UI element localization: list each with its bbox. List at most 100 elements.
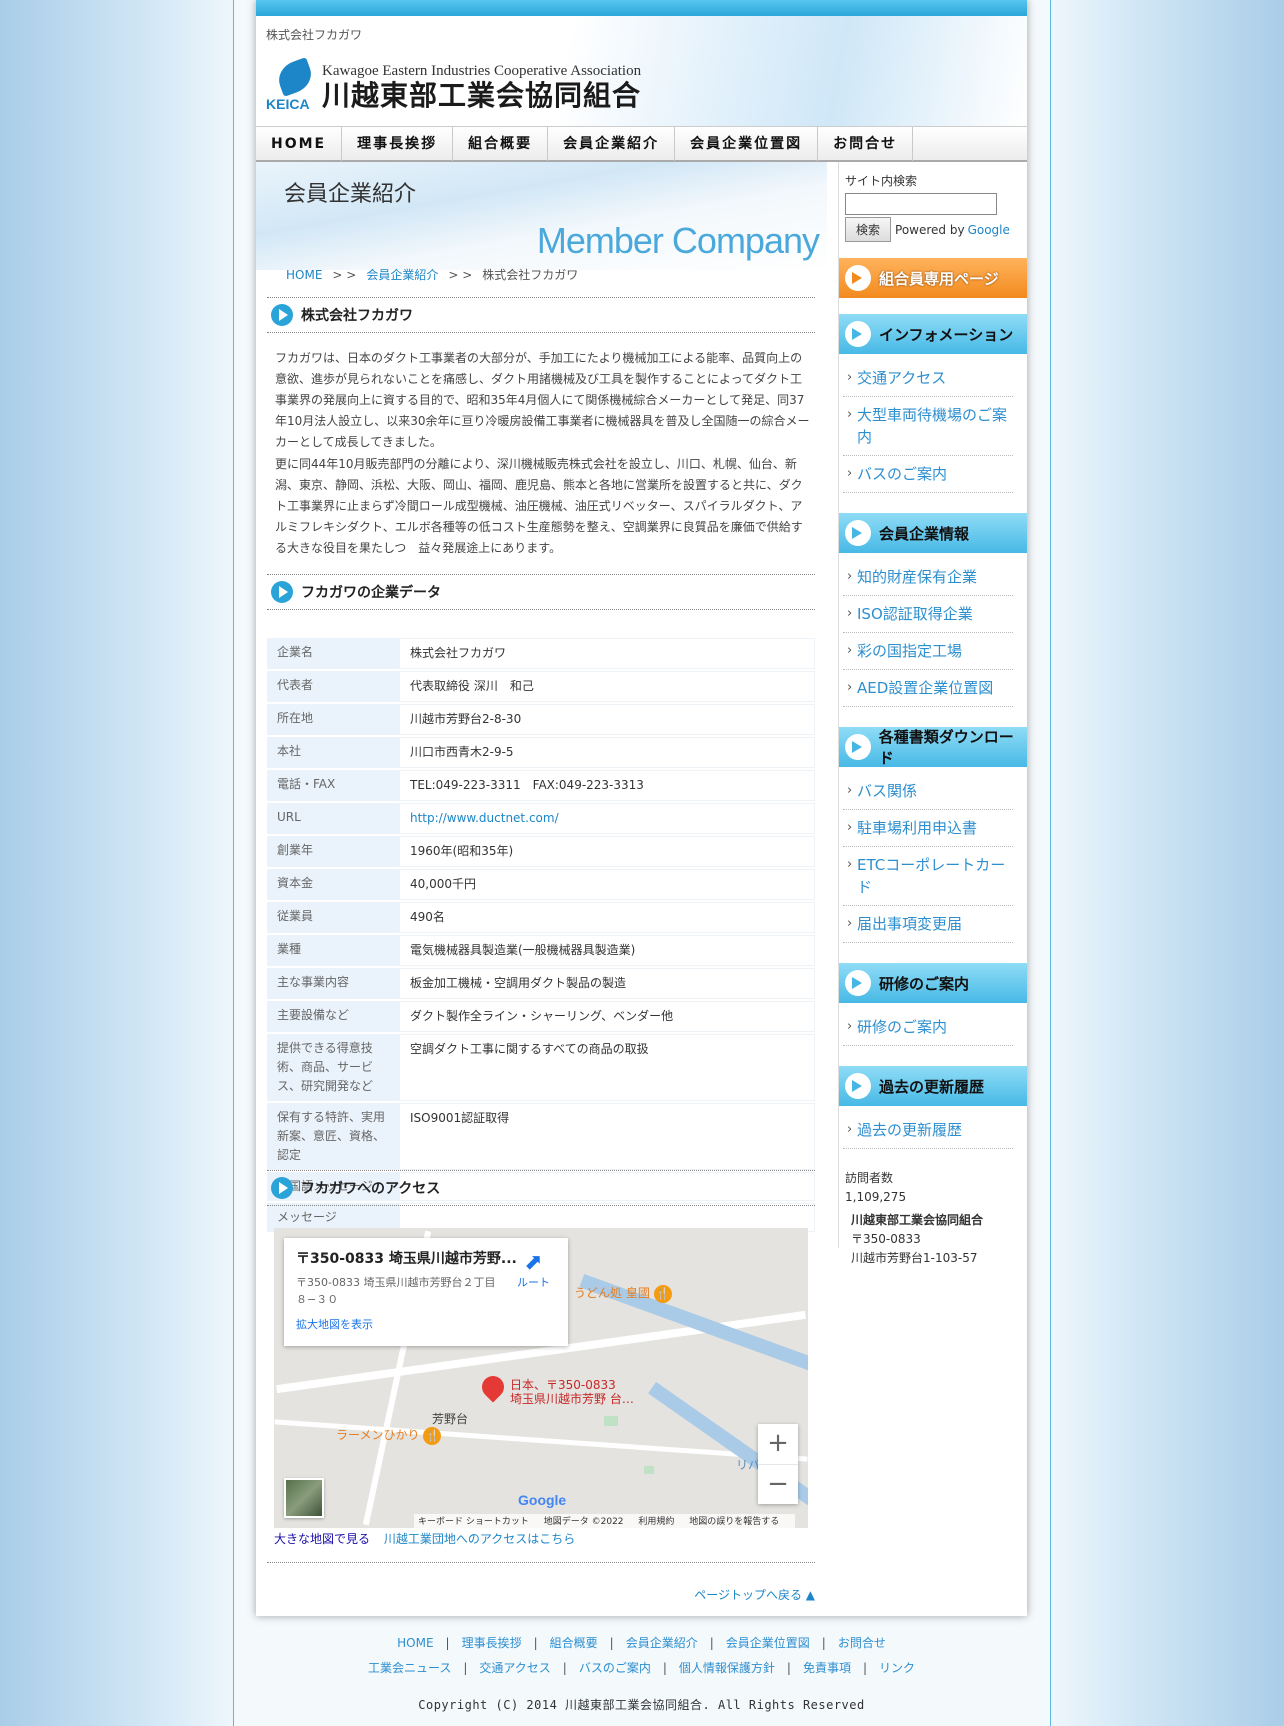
banner-title: 会員企業紹介 <box>284 182 417 207</box>
field-label: 所在地 <box>267 704 399 735</box>
field-label: URL <box>267 803 399 834</box>
org-zip: 〒350-0833 <box>851 1232 921 1246</box>
company-url-link[interactable]: http://www.ductnet.com/ <box>410 811 559 825</box>
footer-separator: | <box>862 1661 868 1675</box>
sidebar-item-bus-docs[interactable]: バス関係 <box>843 773 1013 810</box>
footer-separator: | <box>662 1661 667 1675</box>
nav-member-map[interactable]: 会員企業位置図 <box>675 127 819 161</box>
footer-link[interactable]: お問合せ <box>838 1636 886 1650</box>
intro-paragraph-1: フカガワは、日本のダクト工事業者の大部分が、手加工にたより機械加工による能率、品… <box>275 351 810 449</box>
sidebar-item-aed[interactable]: AED設置企業位置図 <box>843 670 1013 707</box>
table-row: 資本金 40,000千円 <box>267 869 815 900</box>
footer-separator: | <box>445 1636 450 1650</box>
sidebar-item-ip[interactable]: 知的財産保有企業 <box>843 559 1013 596</box>
section-heading-data: フカガワの企業データ <box>267 574 815 610</box>
sidebar-item-access[interactable]: 交通アクセス <box>843 360 1013 397</box>
footer-link[interactable]: 工業会ニュース <box>368 1661 451 1675</box>
sidebar-heading-text: 過去の更新履歴 <box>879 1077 985 1096</box>
sidebar-item-truck-waiting[interactable]: 大型車両待機場のご案内 <box>843 397 1013 456</box>
google-link[interactable]: Google <box>968 223 1010 237</box>
main-nav: HOME 理事長挨拶 組合概要 会員企業紹介 会員企業位置図 お問合せ <box>256 126 1027 162</box>
map-enlarge-link[interactable]: 拡大地図を表示 <box>296 1316 556 1332</box>
field-label: 主要設備など <box>267 1001 399 1032</box>
footer-separator: | <box>821 1636 826 1650</box>
arrow-icon <box>845 265 871 291</box>
footer-link[interactable]: HOME <box>397 1636 433 1650</box>
sidebar-item-parking[interactable]: 駐車場利用申込書 <box>843 810 1013 847</box>
sidebar-item-sainokuni[interactable]: 彩の国指定工場 <box>843 633 1013 670</box>
arrow-icon <box>845 321 871 347</box>
map-report-error[interactable]: 地図の誤りを報告する <box>689 1517 779 1527</box>
satellite-toggle[interactable] <box>284 1478 324 1518</box>
field-value: 板金加工機械・空調用ダクト製品の製造 <box>399 968 815 999</box>
table-row: 本社 川口市西青木2-9-5 <box>267 737 815 768</box>
sidebar-item-bus[interactable]: バスのご案内 <box>843 456 1013 493</box>
sidebar-heading-info: インフォメーション <box>839 314 1027 354</box>
field-value: 代表取締役 深川 和己 <box>399 671 815 702</box>
map-pin-icon[interactable] <box>477 1371 509 1406</box>
map-route-button[interactable]: ⬈ ルート <box>517 1252 550 1290</box>
site-search-input[interactable] <box>845 193 997 215</box>
play-icon <box>271 304 293 326</box>
header-company-name: 株式会社フカガワ <box>266 28 363 42</box>
breadcrumb-home-link[interactable]: HOME <box>286 268 322 282</box>
footer-link[interactable]: 交通アクセス <box>479 1661 550 1675</box>
restaurant-icon: 🍴 <box>423 1426 442 1445</box>
sidebar-training-list: 研修のご案内 <box>843 1009 1013 1046</box>
nav-overview[interactable]: 組合概要 <box>453 127 549 161</box>
zoom-in-button[interactable]: + <box>758 1424 798 1464</box>
map-poi-ramen[interactable]: ラーメンひかり 🍴 <box>336 1426 442 1445</box>
map-poi-udon[interactable]: うどん処 皇國 🍴 <box>574 1284 672 1303</box>
footer-link[interactable]: リンク <box>879 1661 915 1675</box>
field-value: http://www.ductnet.com/ <box>399 803 815 834</box>
sidebar-item-iso[interactable]: ISO認証取得企業 <box>843 596 1013 633</box>
sidebar-item-etc[interactable]: ETCコーポレートカード <box>843 847 1013 906</box>
breadcrumb: HOME > > 会員企業紹介 > > 株式会社フカガワ <box>286 266 578 283</box>
top-bar <box>256 0 1027 16</box>
field-label: 保有する特許、実用新案、意匠、資格、認定 <box>267 1103 399 1170</box>
embedded-map[interactable]: 〒350-0833 埼玉県川越市芳野... 〒350-0833 埼玉県川越市芳野… <box>274 1228 808 1528</box>
footer-separator: | <box>709 1636 714 1650</box>
footer-link[interactable]: 免責事項 <box>803 1661 851 1675</box>
zoom-out-button[interactable]: − <box>758 1464 798 1504</box>
field-label: 業種 <box>267 935 399 966</box>
map-keyboard-shortcuts[interactable]: キーボード ショートカット <box>418 1517 529 1527</box>
footer-link[interactable]: 個人情報保護方針 <box>679 1661 775 1675</box>
site-logo[interactable]: KEICA Kawagoe Eastern Industries Coopera… <box>266 57 642 112</box>
footer-link[interactable]: 理事長挨拶 <box>462 1636 522 1650</box>
table-row: 代表者 代表取締役 深川 和己 <box>267 671 815 702</box>
map-footer: キーボード ショートカット 地図データ ©2022 利用規約 地図の誤りを報告す… <box>414 1514 796 1528</box>
section-heading-company: 株式会社フカガワ <box>267 297 815 333</box>
map-route-label: ルート <box>517 1276 550 1289</box>
nav-greeting[interactable]: 理事長挨拶 <box>342 127 454 161</box>
nav-home[interactable]: HOME <box>256 127 343 161</box>
footer-link[interactable]: 会員企業紹介 <box>626 1636 698 1650</box>
field-label: 本社 <box>267 737 399 768</box>
page-top-link[interactable]: ページトップへ戻る ▲ <box>694 1586 815 1603</box>
footer-link[interactable]: 組合概要 <box>550 1636 598 1650</box>
nav-members[interactable]: 会員企業紹介 <box>548 127 676 161</box>
sidebar-item-change-form[interactable]: 届出事項変更届 <box>843 906 1013 943</box>
footer-separator: | <box>533 1636 538 1650</box>
large-map-link[interactable]: 大きな地図で見る <box>274 1532 370 1546</box>
footer-link[interactable]: 会員企業位置図 <box>726 1636 810 1650</box>
logo-english-name: Kawagoe Eastern Industries Cooperative A… <box>322 63 642 79</box>
footer-link[interactable]: バスのご案内 <box>579 1661 651 1675</box>
sidebar-item-history[interactable]: 過去の更新履歴 <box>843 1112 1013 1149</box>
intro-paragraph-2: 更に同44年10月販売部門の分離により、深川機械販売株式会社を設立し、川口、札幌… <box>275 457 803 555</box>
access-info-link[interactable]: 川越工業団地へのアクセスはこちら <box>384 1532 575 1546</box>
field-value: 電気機械器具製造業(一般機械器具製造業) <box>399 935 815 966</box>
site-search-button[interactable]: 検索 <box>845 217 892 242</box>
banner-english-title: Member Company <box>536 220 820 261</box>
sidebar-heading-text: 会員企業情報 <box>879 524 970 543</box>
field-value: 川越市芳野台2-8-30 <box>399 704 815 735</box>
sidebar-item-training[interactable]: 研修のご案内 <box>843 1009 1013 1046</box>
members-only-page-button[interactable]: 組合員専用ページ <box>839 258 1027 298</box>
map-terms[interactable]: 利用規約 <box>638 1517 674 1527</box>
logo-mark-text: KEICA <box>266 96 310 112</box>
footer-separator: | <box>609 1636 614 1650</box>
breadcrumb-section-link[interactable]: 会員企業紹介 <box>366 268 438 282</box>
nav-contact[interactable]: お問合せ <box>818 127 914 161</box>
arrow-icon <box>845 1073 871 1099</box>
table-row: 従業員 490名 <box>267 902 815 933</box>
